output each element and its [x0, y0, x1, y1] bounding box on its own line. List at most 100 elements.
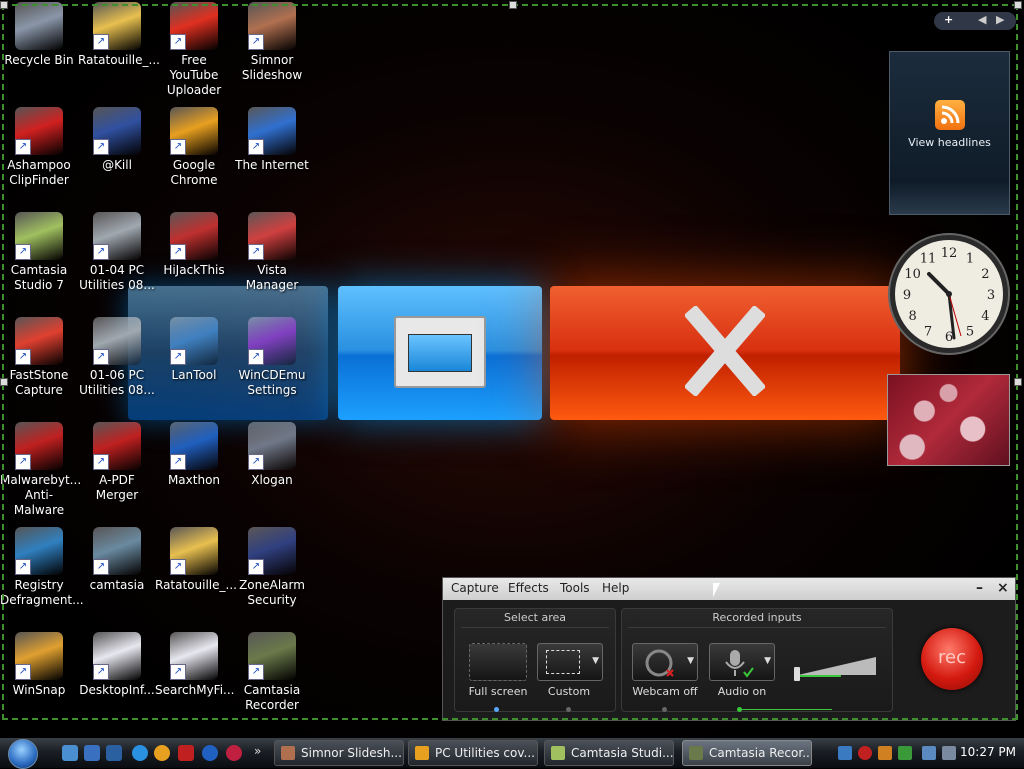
- minimize-button[interactable]: –: [976, 580, 983, 596]
- tray-app-icon[interactable]: [878, 746, 892, 760]
- pdf-icon: ↗: [93, 422, 141, 470]
- sidebar-controls[interactable]: + ◀ ▶: [934, 12, 1016, 30]
- desktop-icon[interactable]: ↗ The Internet: [233, 107, 311, 173]
- shortcut-arrow-icon: ↗: [170, 139, 186, 155]
- tray-volume-icon[interactable]: [942, 746, 956, 760]
- desktop-icon[interactable]: ↗ camtasia: [78, 527, 156, 593]
- task-label: Camtasia Recor...: [709, 746, 812, 760]
- recorded-inputs-title: Recorded inputs: [712, 611, 802, 624]
- menu-help[interactable]: Help: [602, 581, 629, 595]
- chrome-icon: ↗: [170, 107, 218, 155]
- aero-maximize-button[interactable]: [338, 286, 542, 420]
- desktop-icon[interactable]: ↗ Registry Defragment...: [0, 527, 84, 608]
- taskbar-clock[interactable]: 10:27 PM: [960, 745, 1016, 759]
- desktop-icon[interactable]: ↗ Ashampoo ClipFinder: [0, 107, 78, 188]
- media-icon[interactable]: [226, 745, 242, 761]
- taskbar-task-button[interactable]: Simnor Slidesh...: [274, 740, 404, 766]
- desktop-icon[interactable]: ↗ DesktopInf...: [78, 632, 156, 698]
- tray-network-icon[interactable]: [838, 746, 852, 760]
- desktop-icon[interactable]: ↗ LanTool: [155, 317, 233, 383]
- desktop-icon[interactable]: ↗ Free YouTube Uploader: [155, 2, 233, 98]
- aero-close-button[interactable]: [550, 286, 900, 420]
- slideshow-photo-gadget[interactable]: [887, 374, 1010, 466]
- desktop-icon[interactable]: Recycle Bin: [0, 2, 78, 68]
- desktop-icon[interactable]: ↗ Vista Manager: [233, 212, 311, 293]
- tray-display-icon[interactable]: [922, 746, 936, 760]
- rocket-icon: ↗: [170, 2, 218, 50]
- analog-clock-gadget[interactable]: 12 1234567891011: [887, 232, 1011, 356]
- taskbar-task-button[interactable]: Camtasia Studi...: [544, 740, 674, 766]
- tray-update-icon[interactable]: [898, 746, 912, 760]
- resize-handle-n[interactable]: [509, 1, 517, 9]
- desktop-icon-label: Recycle Bin: [4, 53, 74, 67]
- prev-gadget-icon[interactable]: ◀: [978, 13, 986, 26]
- desktop-icon[interactable]: ↗ WinCDEmu Settings: [233, 317, 311, 398]
- gmail-icon[interactable]: [178, 745, 194, 761]
- full-screen-indicator: [494, 707, 499, 712]
- show-desktop-icon[interactable]: [62, 745, 78, 761]
- desktop-icon[interactable]: ↗ Xlogan: [233, 422, 311, 488]
- desktop-icon[interactable]: ↗ 01-06 PC Utilities 08...: [78, 317, 156, 398]
- resize-handle-w[interactable]: [0, 378, 8, 386]
- desktop-icon[interactable]: ↗ A-PDF Merger: [78, 422, 156, 503]
- feed-headlines-gadget[interactable]: View headlines: [889, 51, 1010, 215]
- lantool-icon: ↗: [170, 317, 218, 365]
- desktop-icon[interactable]: ↗ @Kill: [78, 107, 156, 173]
- desktop-icon-label: Ratatouille_...: [155, 578, 237, 592]
- audio-button[interactable]: ▼: [709, 643, 775, 681]
- chevron-down-icon[interactable]: ▼: [687, 656, 694, 666]
- custom-area-button[interactable]: ▼: [537, 643, 603, 681]
- desktop-icon[interactable]: ↗ Maxthon: [155, 422, 233, 488]
- desktop-icon[interactable]: ↗ HiJackThis: [155, 212, 233, 278]
- shortcut-arrow-icon: ↗: [93, 559, 109, 575]
- desktop-icon[interactable]: ↗ SearchMyFi...: [155, 632, 235, 698]
- webcam-button[interactable]: ▼: [632, 643, 698, 681]
- clock-number: 8: [908, 309, 916, 324]
- full-screen-button[interactable]: [469, 643, 527, 681]
- tray-security-icon[interactable]: [858, 746, 872, 760]
- installer-icon: ↗: [93, 527, 141, 575]
- desktop-icon[interactable]: ↗ ZoneAlarm Security: [233, 527, 311, 608]
- taskbar-task-button[interactable]: PC Utilities cov...: [408, 740, 538, 766]
- desktop-icon[interactable]: ↗ Simnor Slideshow: [233, 2, 311, 83]
- internet-explorer-icon[interactable]: [132, 745, 148, 761]
- desktop-icon[interactable]: ↗ WinSnap: [0, 632, 78, 698]
- audio-volume-slider[interactable]: [792, 653, 878, 683]
- start-button[interactable]: [8, 739, 38, 769]
- resize-handle-e[interactable]: [1014, 378, 1022, 386]
- resize-handle-ne[interactable]: [1014, 1, 1022, 9]
- explorer-icon[interactable]: [106, 745, 122, 761]
- winsnap-icon: ↗: [15, 632, 63, 680]
- desktop-icon[interactable]: ↗ Ratatouille_...: [155, 527, 237, 593]
- menu-effects[interactable]: Effects: [508, 581, 549, 595]
- desktop-icon[interactable]: ↗ Malwarebyt... Anti-Malware: [0, 422, 81, 518]
- chevron-down-icon[interactable]: ▼: [764, 656, 771, 666]
- chevron-down-icon[interactable]: ▼: [592, 656, 599, 666]
- maxthon-icon[interactable]: [202, 745, 218, 761]
- switch-windows-icon[interactable]: [84, 745, 100, 761]
- close-button[interactable]: ×: [997, 580, 1009, 596]
- desktop-icon-label: Xlogan: [251, 473, 293, 487]
- desktop-icon[interactable]: ↗ 01-04 PC Utilities 08...: [78, 212, 156, 293]
- desktop-icon[interactable]: ↗ Google Chrome: [155, 107, 233, 188]
- desktop-icon[interactable]: ↗ Ratatouille_...: [78, 2, 160, 68]
- menu-tools[interactable]: Tools: [560, 581, 590, 595]
- task-label: Simnor Slidesh...: [301, 746, 402, 760]
- add-gadget-button[interactable]: +: [944, 13, 953, 26]
- desktop-icon-label: ZoneAlarm Security: [239, 578, 305, 607]
- menu-capture[interactable]: Capture: [451, 581, 499, 595]
- next-gadget-icon[interactable]: ▶: [996, 13, 1004, 26]
- desktop-icon[interactable]: ↗ FastStone Capture: [0, 317, 78, 398]
- taskbar: » Simnor Slidesh... PC Utilities cov... Ca…: [0, 738, 1024, 769]
- taskbar-task-button[interactable]: Camtasia Recor...: [682, 740, 812, 766]
- record-button[interactable]: rec: [921, 628, 983, 690]
- desktop-icon[interactable]: ↗ Camtasia Recorder: [233, 632, 311, 713]
- shortcut-arrow-icon: ↗: [15, 454, 31, 470]
- view-headlines-label: View headlines: [908, 136, 991, 149]
- chrome-icon[interactable]: [154, 745, 170, 761]
- shortcut-arrow-icon: ↗: [248, 454, 264, 470]
- resize-handle-nw[interactable]: [0, 1, 8, 9]
- desktop-icon[interactable]: ↗ Camtasia Studio 7: [0, 212, 78, 293]
- desktop-icon-label: 01-04 PC Utilities 08...: [79, 263, 155, 292]
- quicklaunch-overflow-icon[interactable]: »: [254, 744, 261, 758]
